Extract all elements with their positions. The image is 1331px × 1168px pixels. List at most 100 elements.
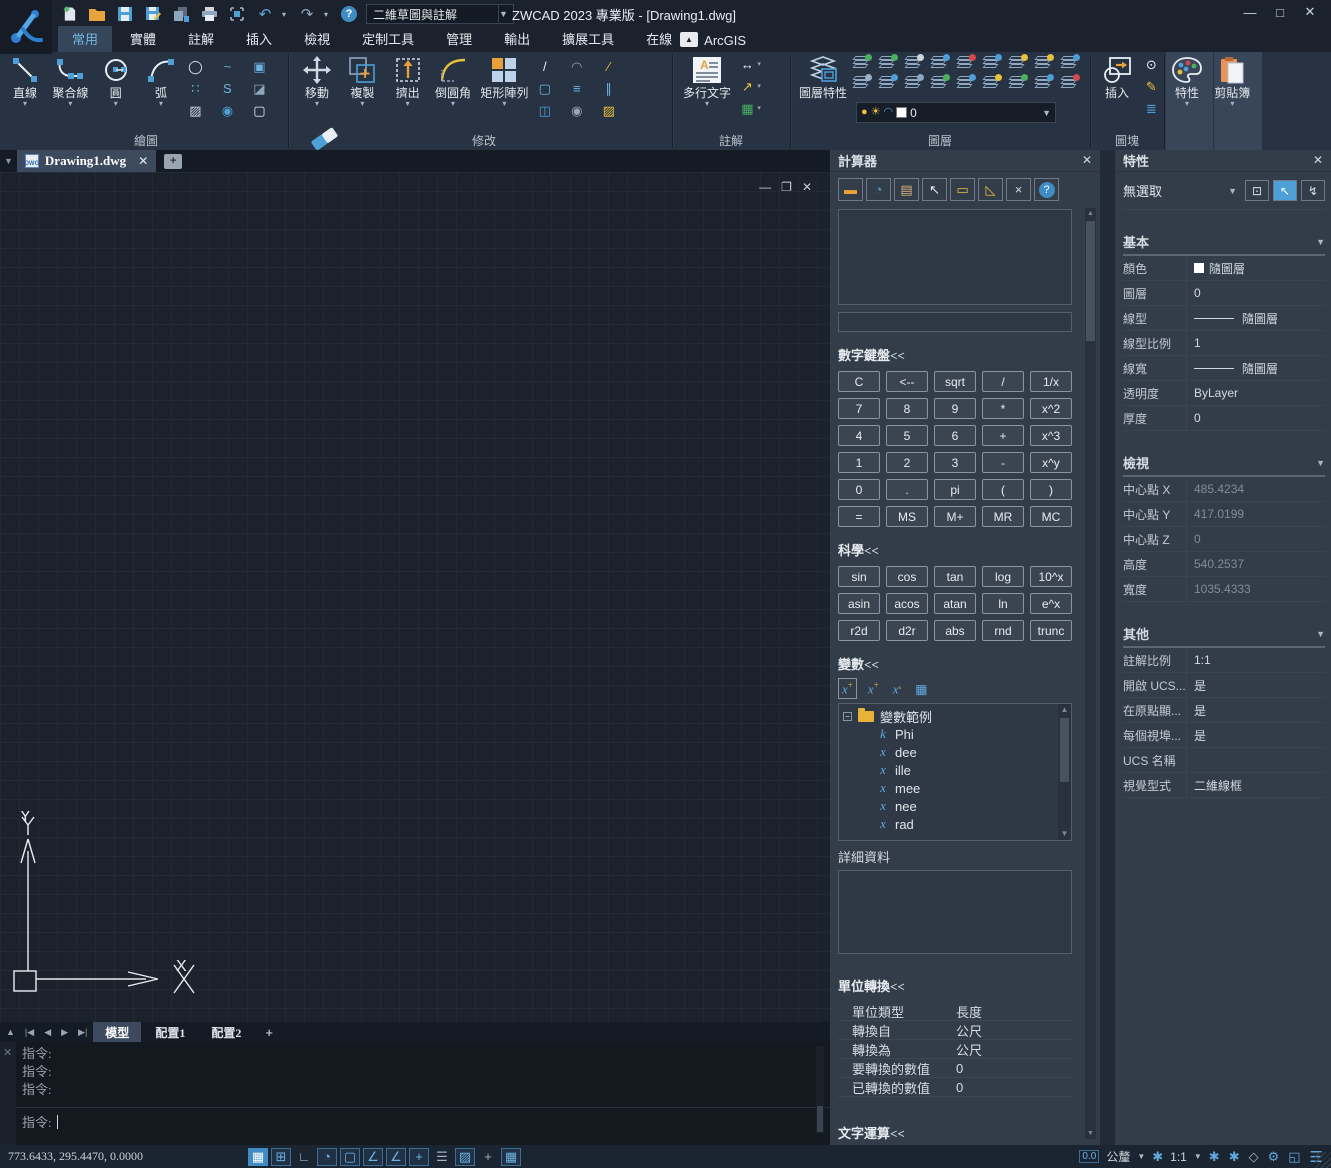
calc-key[interactable]: - [982, 452, 1024, 473]
selection-dropdown[interactable]: 無選取 ▼ [1123, 181, 1241, 200]
panel-draw-label[interactable]: 繪圖 [4, 133, 288, 150]
variable-item[interactable]: x vee [843, 833, 1071, 841]
ribbon-tab[interactable]: ArcGIS [690, 30, 760, 52]
polar-tracking-icon[interactable]: ◔ [317, 1148, 337, 1166]
circle-button[interactable]: 圓 ▾ [95, 52, 137, 110]
calc-key[interactable]: 1/x [1030, 371, 1072, 392]
calc-key[interactable]: abs [934, 620, 976, 641]
fullscreen-icon[interactable]: ◱ [1288, 1149, 1300, 1165]
calc-key[interactable]: 5 [886, 425, 928, 446]
section-other[interactable]: 其他▼ [1123, 624, 1325, 648]
hatch-icon[interactable]: ▨ [185, 100, 215, 120]
edit-variable-icon[interactable]: x+ [865, 679, 882, 698]
property-row[interactable]: 線型 隨圖層 [1123, 306, 1325, 331]
layer-list-icon[interactable] [853, 76, 870, 90]
calc-key[interactable]: . [886, 479, 928, 500]
calc-key[interactable]: MR [982, 506, 1024, 527]
save-as-icon[interactable] [142, 4, 164, 24]
ribbon-tab[interactable]: 實體 [116, 26, 170, 52]
layer-vp-freeze-icon[interactable] [983, 76, 1000, 90]
property-row[interactable]: 線寬 隨圖層 [1123, 356, 1325, 381]
polyline-button[interactable]: 聚合線 ▾ [49, 52, 91, 110]
layer-move-down-icon[interactable] [853, 56, 870, 70]
redo-icon[interactable]: ↷ [296, 4, 318, 24]
property-row[interactable]: 開啟 UCS... 是 [1123, 673, 1325, 698]
next-layout-icon[interactable]: ▶ [57, 1027, 72, 1038]
numpad-header[interactable]: 數字鍵盤<< [838, 345, 1078, 364]
calc-key[interactable]: ) [1030, 479, 1072, 500]
conversion-row[interactable]: 已轉換的數值0 [838, 1078, 1072, 1097]
table-icon[interactable]: ▦▾ [737, 98, 775, 118]
property-row[interactable]: 顏色 隨圖層 [1123, 256, 1325, 281]
mirror-icon[interactable]: ∥ [599, 78, 629, 98]
calculator-grid-icon[interactable]: ▦ [912, 679, 930, 698]
layer-walk-icon[interactable] [879, 76, 896, 90]
spline-fit-icon[interactable]: ~ [217, 56, 247, 76]
layer-delete-icon[interactable] [1061, 76, 1078, 90]
calc-key[interactable]: ln [982, 593, 1024, 614]
copy-button[interactable]: 複製 ▾ [341, 52, 383, 110]
history-icon[interactable]: ◔ [866, 178, 891, 201]
layer-off-icon[interactable] [905, 56, 922, 70]
tree-scrollbar[interactable]: ▲ ▼ [1058, 704, 1071, 840]
calc-key[interactable]: sqrt [934, 371, 976, 392]
property-row[interactable]: 中心點 X 485.4234 [1123, 477, 1325, 502]
clear-icon[interactable]: ▬ [838, 178, 863, 201]
calc-key[interactable]: 10^x [1030, 566, 1072, 587]
variable-item[interactable]: x ille [843, 761, 1071, 779]
point-icon[interactable]: ∷ [185, 78, 215, 98]
print-icon[interactable] [198, 4, 220, 24]
close-expression-icon[interactable]: × [1006, 178, 1031, 201]
help-icon[interactable]: ? [338, 4, 360, 24]
panel-blocks-label[interactable]: 圖塊 [1090, 133, 1164, 150]
object-snap-icon[interactable]: ▢ [340, 1148, 360, 1166]
variable-item[interactable]: x nee [843, 797, 1071, 815]
join-icon[interactable]: ≡ [567, 78, 597, 98]
create-block-icon[interactable]: ⊙ [1141, 54, 1161, 74]
calc-key[interactable]: + [982, 425, 1024, 446]
layer-match-icon[interactable] [905, 76, 922, 90]
layout-tab[interactable]: 配置2 [199, 1022, 253, 1043]
edit-hatch-icon[interactable]: ▨ [599, 100, 629, 120]
measure-distance-icon[interactable]: ▭ [950, 178, 975, 201]
trim-icon[interactable]: / [535, 56, 565, 76]
layer-erase-icon[interactable] [1035, 76, 1052, 90]
calculator-history-box[interactable] [838, 209, 1072, 305]
dynamic-input-icon[interactable]: + [409, 1148, 429, 1166]
zwcad-logo[interactable] [0, 0, 52, 54]
ribbon-tab[interactable]: 插入 [232, 26, 286, 52]
donut-icon[interactable]: ◉ [217, 100, 247, 120]
leader-icon[interactable]: ↗▾ [737, 76, 775, 96]
doc-close-button[interactable]: ✕ [802, 180, 812, 194]
layer-on-icon[interactable] [1009, 56, 1026, 70]
mtext-button[interactable]: A 多行文字 ▾ [680, 52, 734, 110]
insert-block-button[interactable]: 插入 [1096, 52, 1138, 102]
text-ops-header[interactable]: 文字運算<< [838, 1123, 1078, 1142]
scroll-up-icon[interactable]: ▲ [1085, 208, 1096, 219]
lineweight-display-icon[interactable]: ☰ [432, 1148, 452, 1166]
offset-icon[interactable]: ◉ [567, 100, 597, 120]
variable-item[interactable]: k Phi [843, 725, 1071, 743]
calc-key[interactable]: acos [886, 593, 928, 614]
section-basic[interactable]: 基本▼ [1123, 232, 1325, 256]
document-tab[interactable]: DWG Drawing1.dwg ✕ [17, 150, 156, 172]
rect-array-button[interactable]: 矩形陣列 ▾ [477, 52, 531, 110]
doc-restore-button[interactable]: ❐ [781, 180, 792, 194]
property-row[interactable]: 厚度 0 [1123, 406, 1325, 431]
ribbon-tab[interactable]: 輸出 [490, 26, 544, 52]
calc-key[interactable]: = [838, 506, 880, 527]
ribbon-tab[interactable]: 管理 [432, 26, 486, 52]
break-icon[interactable]: ⁄ [599, 56, 629, 76]
ribbon-tab[interactable]: 擴展工具 [548, 26, 628, 52]
paste-to-command-icon[interactable]: ▤ [894, 178, 919, 201]
doc-tab-list-chevron-icon[interactable]: ▼ [0, 156, 17, 166]
quick-select-icon[interactable]: ⊡ [1245, 180, 1269, 201]
property-row[interactable]: 高度 540.2537 [1123, 552, 1325, 577]
maximize-button[interactable]: □ [1265, 0, 1295, 24]
calc-key[interactable]: 2 [886, 452, 928, 473]
calc-key[interactable]: e^x [1030, 593, 1072, 614]
drawing-canvas[interactable]: — ❐ ✕ Y X [0, 172, 830, 1022]
select-objects-icon[interactable]: ↖ [1273, 180, 1297, 201]
spline-icon[interactable]: S [217, 78, 247, 98]
open-folder-icon[interactable] [86, 4, 108, 24]
